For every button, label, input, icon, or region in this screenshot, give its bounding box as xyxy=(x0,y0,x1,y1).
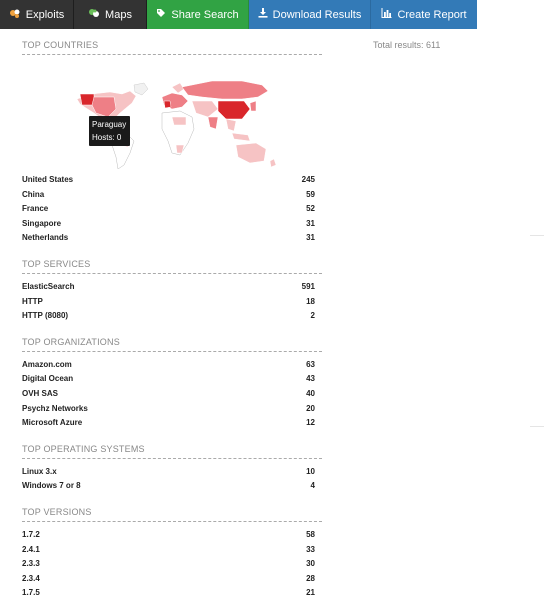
list-item[interactable]: 2.4.1 33 xyxy=(22,543,322,558)
facet-name: Psychz Networks xyxy=(22,403,88,413)
os-list: Linux 3.x 10 Windows 7 or 8 4 xyxy=(22,465,322,494)
list-item[interactable]: ElasticSearch 591 xyxy=(22,280,322,295)
list-item[interactable]: Amazon.com 63 xyxy=(22,358,322,373)
facet-count: 18 xyxy=(306,296,315,306)
total-results: Total results: 611 xyxy=(373,40,441,50)
facet-name: Singapore xyxy=(22,218,62,228)
tooltip-country: Paraguay xyxy=(92,120,127,129)
facet-count: 10 xyxy=(306,466,315,476)
section-title-countries: TOP COUNTRIES xyxy=(22,37,322,55)
facet-name: 2.3.3 xyxy=(22,559,40,569)
list-item[interactable]: HTTP (8080) 2 xyxy=(22,309,322,324)
facet-name: Amazon.com xyxy=(22,359,72,369)
list-item[interactable]: France 52 xyxy=(22,202,322,217)
world-map-graphic xyxy=(76,80,277,170)
divider xyxy=(530,426,544,427)
divider xyxy=(530,235,544,236)
facet-count: 2 xyxy=(310,311,315,321)
facet-count: 40 xyxy=(306,388,315,398)
facet-name: Netherlands xyxy=(22,233,69,243)
facet-count: 30 xyxy=(306,559,315,569)
facet-name: Digital Ocean xyxy=(22,374,74,384)
list-item[interactable]: Linux 3.x 10 xyxy=(22,465,322,480)
list-item[interactable]: 1.7.5 21 xyxy=(22,586,322,601)
list-item[interactable]: China 59 xyxy=(22,188,322,203)
facet-count: 52 xyxy=(306,204,315,214)
list-item[interactable]: Psychz Networks 20 xyxy=(22,402,322,417)
tooltip-hosts: Hosts: 0 xyxy=(92,133,122,142)
facet-name: 1.7.5 xyxy=(22,588,40,598)
maps-button[interactable]: Maps xyxy=(74,0,147,29)
section-title-versions: TOP VERSIONS xyxy=(22,504,322,522)
facet-name: HTTP (8080) xyxy=(22,311,69,321)
section-title-services: TOP SERVICES xyxy=(22,256,322,274)
bar-chart-icon xyxy=(381,8,392,21)
map-tooltip: Paraguay Hosts: 0 xyxy=(89,116,130,146)
facet-name: 1.7.2 xyxy=(22,529,40,539)
facet-name: Windows 7 or 8 xyxy=(22,481,81,491)
facet-count: 591 xyxy=(301,281,315,291)
list-item[interactable]: 2.3.4 28 xyxy=(22,572,322,587)
facet-name: China xyxy=(22,189,45,199)
list-item[interactable]: Microsoft Azure 12 xyxy=(22,416,322,431)
facet-name: 2.4.1 xyxy=(22,544,40,554)
facet-name: United States xyxy=(22,175,74,184)
versions-list: 1.7.2 58 2.4.1 33 2.3.3 30 2.3.4 28 1.7.5 21 xyxy=(22,528,322,601)
facet-count: 63 xyxy=(306,359,315,369)
top-nav-bar: Exploits Maps Share Search Download Resu… xyxy=(0,0,544,29)
facet-count: 12 xyxy=(306,418,315,428)
facet-name: OVH SAS xyxy=(22,388,59,398)
exploits-label: Exploits xyxy=(25,8,65,21)
facet-name: France xyxy=(22,204,49,214)
facet-count: 245 xyxy=(301,175,315,184)
globe-icon xyxy=(88,7,100,22)
facet-name: HTTP xyxy=(22,296,43,306)
section-title-operating-systems: TOP OPERATING SYSTEMS xyxy=(22,441,322,459)
facet-count: 28 xyxy=(306,573,315,583)
list-item[interactable]: Netherlands 31 xyxy=(22,231,322,246)
list-item[interactable]: Digital Ocean 43 xyxy=(22,372,322,387)
facet-count: 59 xyxy=(306,189,315,199)
facet-name: Linux 3.x xyxy=(22,466,57,476)
create-report-label: Create Report xyxy=(397,8,467,21)
facet-count: 31 xyxy=(306,218,315,228)
facet-count: 21 xyxy=(306,588,315,598)
facet-count: 4 xyxy=(310,481,315,491)
facet-count: 43 xyxy=(306,374,315,384)
download-icon xyxy=(258,8,268,21)
share-search-button[interactable]: Share Search xyxy=(147,0,249,29)
create-report-button[interactable]: Create Report xyxy=(371,0,477,29)
download-results-button[interactable]: Download Results xyxy=(249,0,371,29)
organizations-list: Amazon.com 63 Digital Ocean 43 OVH SAS 40 P… xyxy=(22,358,322,431)
list-item[interactable]: 1.7.2 58 xyxy=(22,528,322,543)
services-list: ElasticSearch 591 HTTP 18 HTTP (8080) 2 xyxy=(22,280,322,324)
facet-count: 31 xyxy=(306,233,315,243)
maps-label: Maps xyxy=(105,8,132,21)
facet-name: ElasticSearch xyxy=(22,281,75,291)
facet-count: 33 xyxy=(306,544,315,554)
download-results-label: Download Results xyxy=(272,8,362,21)
list-item[interactable]: OVH SAS 40 xyxy=(22,387,322,402)
list-item[interactable]: Windows 7 or 8 4 xyxy=(22,479,322,494)
facet-count: 20 xyxy=(306,403,315,413)
world-map[interactable]: Paraguay Hosts: 0 xyxy=(22,61,322,170)
list-item[interactable]: 2.3.3 30 xyxy=(22,557,322,572)
section-title-organizations: TOP ORGANIZATIONS xyxy=(22,334,322,352)
facet-name: 2.3.4 xyxy=(22,573,40,583)
facet-name: Microsoft Azure xyxy=(22,418,83,428)
facets-panel: TOP COUNTRIES Paraguay Hosts: 0 United S… xyxy=(22,37,322,601)
exploits-button[interactable]: Exploits xyxy=(0,0,74,29)
list-item[interactable]: HTTP 18 xyxy=(22,295,322,310)
share-search-label: Share Search xyxy=(171,8,239,21)
countries-list: United States 245 China 59 France 52 Singap… xyxy=(22,173,322,246)
facet-count: 58 xyxy=(306,529,315,539)
list-item[interactable]: United States 245 xyxy=(22,173,322,188)
bug-icon xyxy=(9,7,21,22)
list-item[interactable]: Singapore 31 xyxy=(22,217,322,232)
tag-icon xyxy=(156,8,166,21)
